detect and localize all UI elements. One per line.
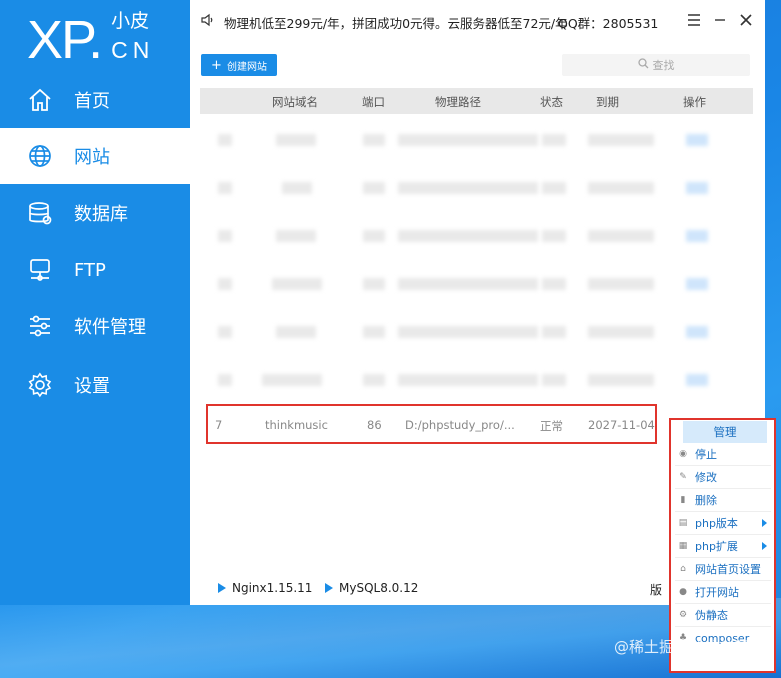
column-header-expire: 到期	[596, 95, 619, 109]
title-bar: 物理机低至299元/年，拼团成功0元得。云服务器低至72元/年 QQ群：2805…	[190, 0, 765, 42]
version-label: 版	[650, 583, 663, 597]
sidebar-item-label: 数据库	[74, 204, 128, 225]
row-domain: thinkmusic	[265, 418, 328, 432]
menu-item-php-extension[interactable]: ▦ php扩展	[675, 535, 771, 557]
home-icon	[27, 87, 53, 113]
create-website-button[interactable]: + 创建网站	[201, 54, 277, 76]
chevron-right-icon	[762, 519, 767, 527]
nginx-label: Nginx1.15.11	[232, 581, 313, 595]
sidebar-item-label: 设置	[74, 376, 110, 397]
table-row[interactable]	[200, 264, 753, 304]
row-id: 7	[215, 418, 223, 432]
sidebar-item-ftp[interactable]: FTP	[0, 242, 190, 298]
php-icon: ▤	[678, 518, 688, 528]
nginx-status[interactable]: Nginx1.15.11	[218, 581, 312, 595]
table-row[interactable]	[200, 360, 753, 400]
menu-item-rewrite[interactable]: ⚙ 伪静态	[675, 604, 771, 626]
logo-cn-top: 小皮	[111, 10, 150, 32]
database-icon	[27, 200, 53, 226]
play-icon	[218, 583, 226, 593]
menu-item-homepage-settings[interactable]: ⌂ 网站首页设置	[675, 558, 771, 580]
search-placeholder: 查找	[652, 59, 675, 72]
watermark-csdn: CSDN @pbbezy	[672, 655, 751, 666]
sliders-icon	[27, 313, 53, 339]
sidebar-item-label: FTP	[74, 259, 106, 281]
menu-icon[interactable]	[684, 10, 704, 30]
qq-group: QQ群：2805531	[558, 16, 659, 31]
gear-icon	[27, 372, 53, 398]
menu-item-label: 停止	[695, 448, 717, 461]
menu-item-label: 删除	[695, 494, 717, 507]
home-small-icon: ⌂	[680, 564, 686, 574]
edit-icon: ✎	[679, 472, 687, 482]
menu-item-open-site[interactable]: ● 打开网站	[675, 581, 771, 603]
table-row-thinkmusic[interactable]: 7 thinkmusic 86 D:/phpstudy_pro/... 正常 2…	[206, 404, 657, 444]
menu-item-edit[interactable]: ✎ 修改	[675, 466, 771, 488]
close-icon[interactable]	[736, 10, 756, 30]
column-header-status: 状态	[540, 95, 563, 109]
column-header-action: 操作	[683, 95, 706, 109]
open-icon: ●	[679, 587, 687, 597]
minimize-icon[interactable]	[710, 10, 730, 30]
row-status: 正常	[540, 419, 563, 433]
menu-item-label: 伪静态	[695, 609, 728, 622]
search-icon	[637, 58, 649, 72]
search-input[interactable]: 查找	[562, 54, 750, 76]
row-path: D:/phpstudy_pro/...	[405, 418, 515, 432]
speaker-icon	[200, 13, 214, 30]
menu-item-php-version[interactable]: ▤ php版本	[675, 512, 771, 534]
table-row[interactable]	[200, 312, 753, 352]
column-header-path: 物理路径	[435, 95, 481, 109]
globe-icon	[27, 143, 53, 169]
menu-item-stop[interactable]: ◉ 停止	[675, 443, 771, 465]
sidebar-item-label: 软件管理	[74, 317, 146, 338]
manage-dropdown-menu: 管理 ◉ 停止 ✎ 修改 ▮ 删除 ▤ php版本 ▦ php扩展 ⌂ 网站首页…	[669, 418, 776, 673]
rewrite-icon: ⚙	[678, 610, 688, 620]
stop-icon: ◉	[679, 449, 687, 459]
play-icon	[325, 583, 333, 593]
trash-icon: ▮	[680, 495, 686, 505]
watermark-juejin: @稀土掘金技术社区	[614, 638, 750, 656]
mysql-status[interactable]: MySQL8.0.12	[325, 581, 418, 595]
menu-item-label: 修改	[695, 471, 717, 484]
sidebar-item-home[interactable]: 首页	[0, 72, 190, 128]
sidebar-item-websites[interactable]: 网站	[0, 128, 190, 184]
mysql-label: MySQL8.0.12	[339, 581, 419, 595]
sidebar-item-database[interactable]: 数据库	[0, 185, 190, 241]
table-row[interactable]	[200, 216, 753, 256]
menu-item-delete[interactable]: ▮ 删除	[675, 489, 771, 511]
ftp-icon	[27, 257, 53, 283]
table-row[interactable]	[200, 120, 753, 160]
app-logo: XP. 小皮 CN	[27, 8, 154, 70]
column-header-domain: 网站域名	[272, 95, 318, 109]
table-header: 网站域名 端口 物理路径 状态 到期 操作	[200, 88, 753, 114]
menu-item-label: php版本	[695, 517, 738, 530]
sidebar-item-label: 首页	[74, 91, 110, 112]
sidebar-item-settings[interactable]: 设置	[0, 357, 190, 413]
plus-icon: +	[211, 57, 222, 73]
logo-text: XP.	[27, 10, 103, 70]
row-expire: 2027-11-04	[588, 418, 655, 432]
menu-item-label: 打开网站	[695, 586, 739, 599]
extension-icon: ▦	[678, 541, 688, 551]
sidebar: XP. 小皮 CN 首页 网站 数据库 FTP 软件管理 设置	[0, 0, 190, 605]
sidebar-item-software[interactable]: 软件管理	[0, 298, 190, 354]
menu-item-label: php扩展	[695, 540, 738, 553]
column-header-port: 端口	[362, 95, 385, 109]
create-website-label: 创建网站	[226, 61, 267, 73]
chevron-right-icon	[762, 542, 767, 550]
menu-item-label: 网站首页设置	[695, 563, 761, 576]
logo-cn-bottom: CN	[111, 37, 155, 63]
promo-notice[interactable]: 物理机低至299元/年，拼团成功0元得。云服务器低至72元/年	[224, 13, 568, 32]
manage-button[interactable]: 管理	[683, 421, 767, 443]
sidebar-item-label: 网站	[74, 147, 110, 168]
row-port: 86	[367, 418, 382, 432]
table-row[interactable]	[200, 168, 753, 208]
